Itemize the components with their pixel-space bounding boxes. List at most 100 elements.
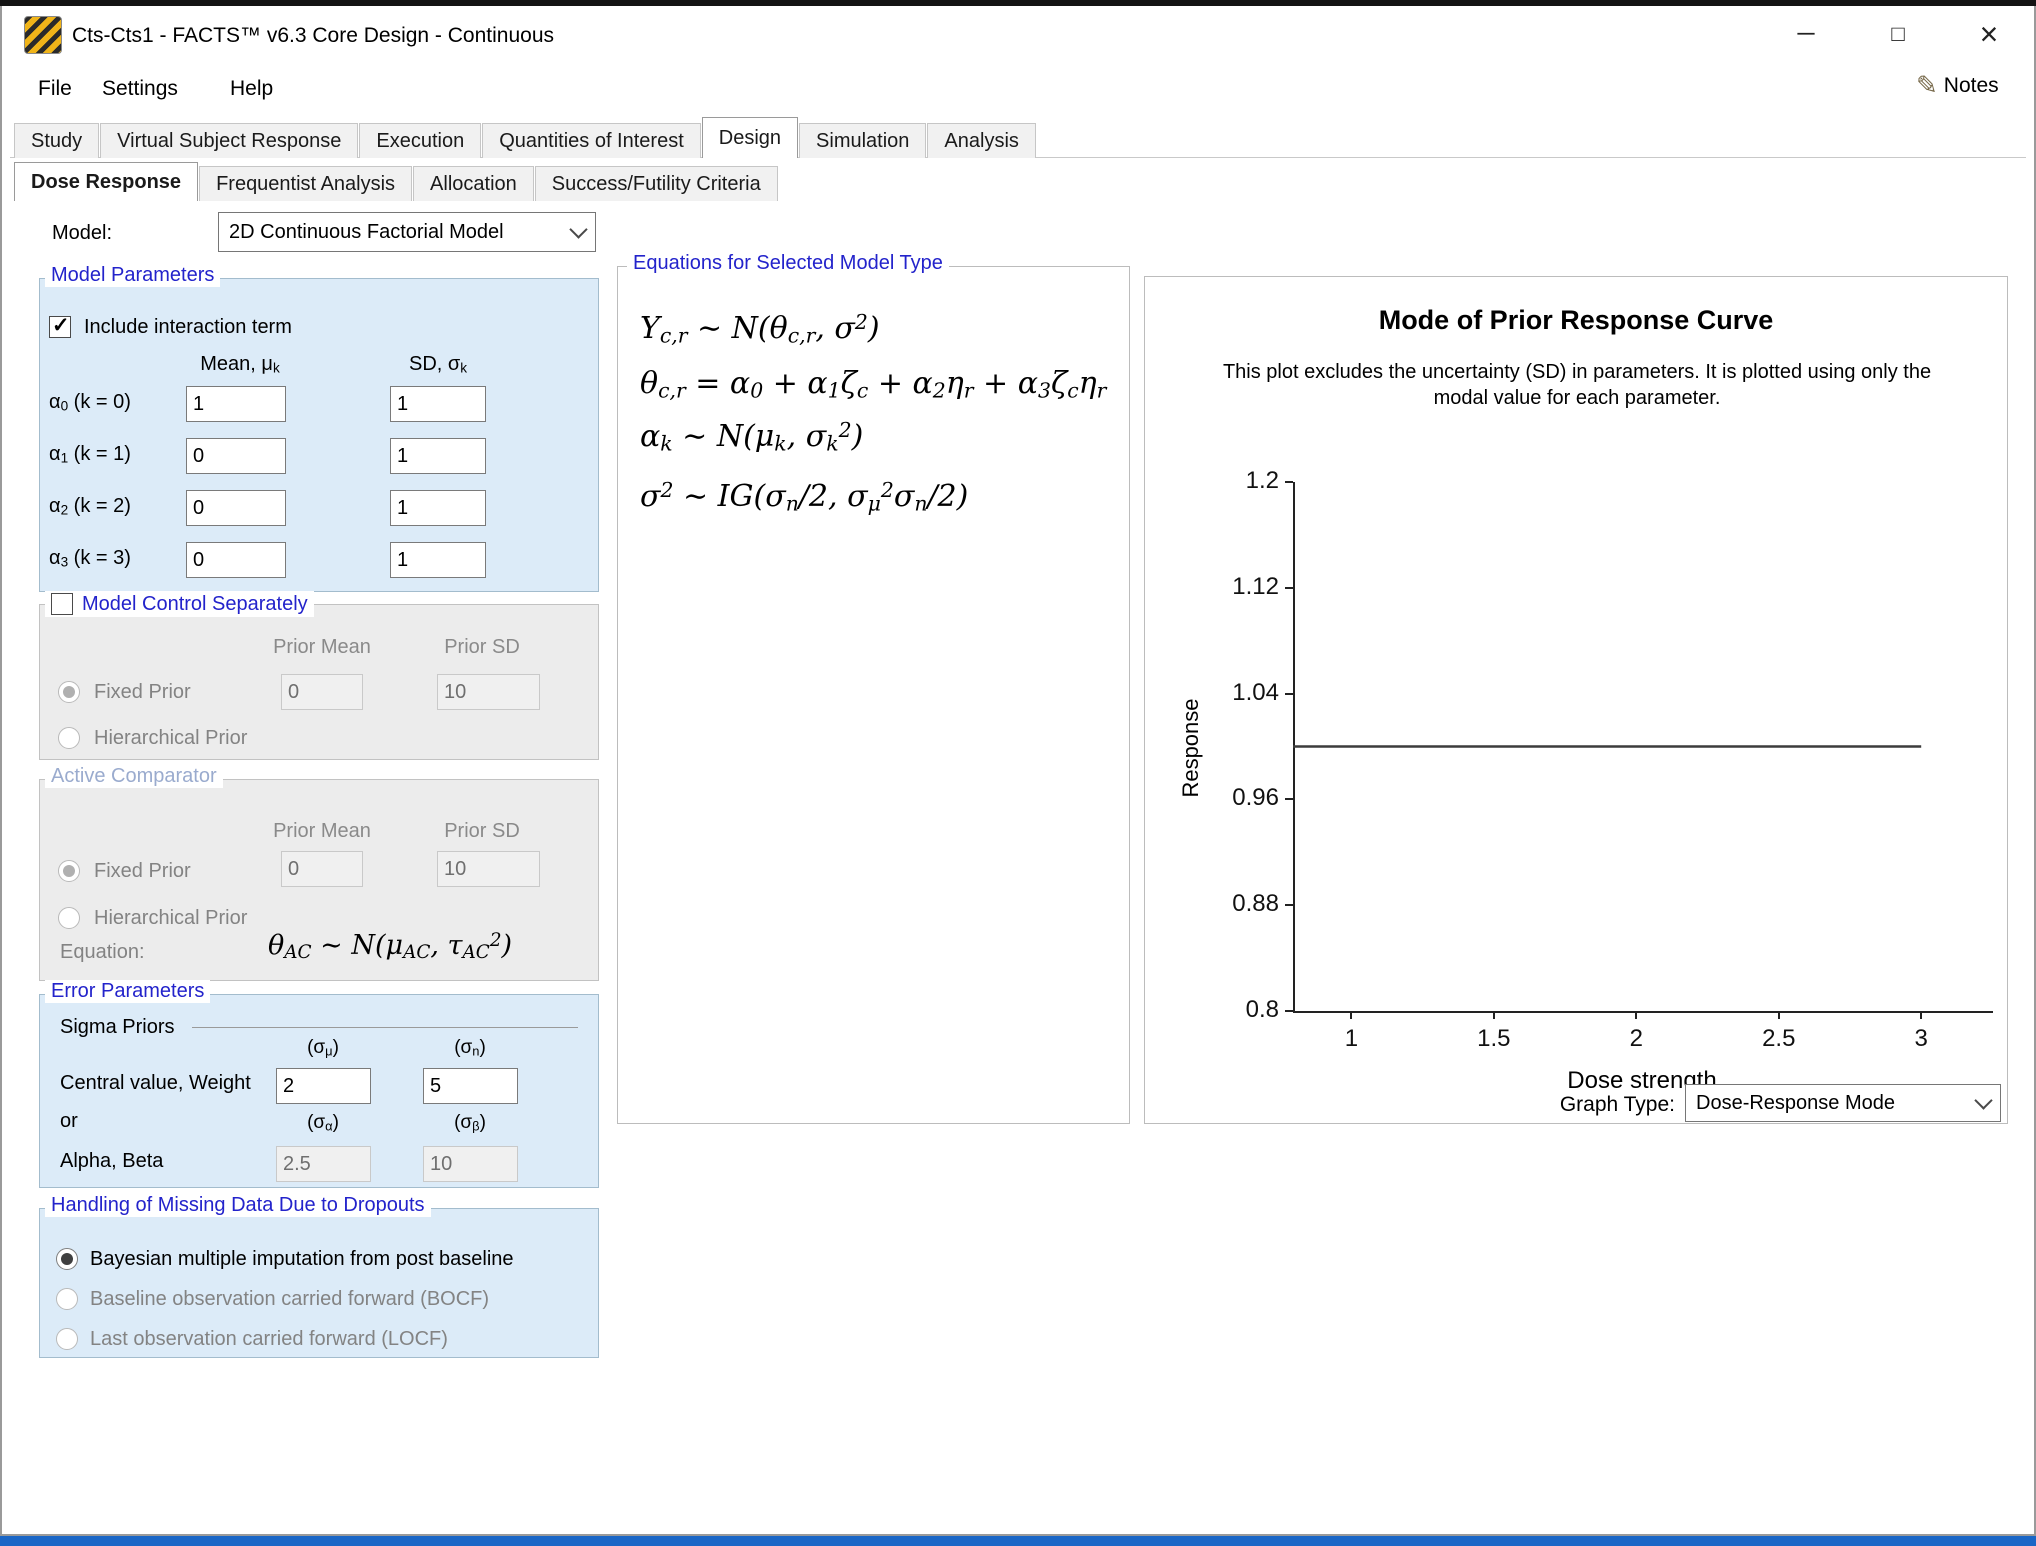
minimize-button[interactable]: ─ — [1760, 6, 1852, 62]
subtab-frequentist-analysis[interactable]: Frequentist Analysis — [199, 166, 412, 201]
alpha3-mean-input[interactable] — [186, 542, 286, 578]
mc-prior-sd-header: Prior SD — [444, 636, 520, 659]
include-interaction-checkbox[interactable] — [49, 316, 71, 338]
ac-equation: θAC ∼ N(μAC, τAC2) — [268, 930, 512, 963]
sigma-beta-header: (σβ) — [454, 1112, 486, 1134]
menu-file[interactable]: File — [38, 77, 72, 101]
model-dropdown-value: 2D Continuous Factorial Model — [229, 221, 504, 244]
mean-column-header: Mean, μk — [200, 353, 279, 376]
chart-title: Mode of Prior Response Curve — [1145, 305, 2007, 336]
equation-line-1: Yc,r ∼ N(θc,r, σ2) — [640, 310, 880, 347]
equation-line-2: θc,r = α0 + α1ζc + α2ηr + α3ζcηr — [640, 366, 1106, 402]
plot-area — [1293, 482, 1993, 1013]
subtab-allocation[interactable]: Allocation — [413, 166, 534, 201]
x-axis-tick-mark — [1493, 1011, 1495, 1019]
x-axis-tick-label: 3 — [1881, 1025, 1961, 1053]
notes-button[interactable]: ✎ Notes — [1916, 70, 1999, 101]
missing-data-locf-label: Last observation carried forward (LOCF) — [90, 1328, 448, 1351]
y-axis-tick-mark — [1285, 798, 1293, 800]
model-control-title: Model Control Separately — [82, 593, 308, 616]
include-interaction-label: Include interaction term — [84, 316, 292, 339]
ac-hierarchical-prior-radio — [58, 907, 80, 929]
chart-subtitle: This plot excludes the uncertainty (SD) … — [1197, 359, 1957, 411]
alpha0-mean-input[interactable] — [186, 386, 286, 422]
tab-design[interactable]: Design — [702, 117, 798, 158]
sigma-n-input[interactable] — [423, 1068, 518, 1104]
x-axis-tick-mark — [1920, 1011, 1922, 1019]
minimize-icon: ─ — [1797, 20, 1814, 48]
ac-equation-label: Equation: — [60, 941, 145, 964]
error-parameters-title: Error Parameters — [45, 980, 210, 1003]
tab-execution[interactable]: Execution — [359, 123, 481, 158]
model-parameters-title: Model Parameters — [45, 264, 220, 287]
sigma-alpha-header: (σα) — [307, 1112, 339, 1134]
maximize-button[interactable]: □ — [1852, 6, 1944, 62]
alpha2-mean-input[interactable] — [186, 490, 286, 526]
subtab-dose-response[interactable]: Dose Response — [14, 162, 198, 201]
y-axis-tick-mark — [1285, 693, 1293, 695]
x-axis-tick-label: 1 — [1311, 1025, 1391, 1053]
central-value-weight-label: Central value, Weight — [60, 1072, 251, 1095]
mc-hierarchical-prior-radio — [58, 727, 80, 749]
sigma-n-header: (σn) — [454, 1037, 486, 1059]
subtab-success-futility-criteria[interactable]: Success/Futility Criteria — [535, 166, 778, 201]
ac-fixed-prior-radio — [58, 860, 80, 882]
tab-study[interactable]: Study — [14, 123, 99, 158]
tab-simulation[interactable]: Simulation — [799, 123, 926, 158]
alpha3-row-label: α3 (k = 3) — [49, 547, 131, 570]
alpha2-sd-input[interactable] — [390, 490, 486, 526]
active-comparator-title: Active Comparator — [45, 765, 223, 788]
y-axis-tick-label: 0.96 — [1145, 784, 1279, 812]
alpha0-sd-input[interactable] — [390, 386, 486, 422]
equation-line-3: αk ∼ N(μk, σk2) — [640, 418, 863, 455]
sigma-mu-input[interactable] — [276, 1068, 371, 1104]
missing-data-locf-radio — [56, 1328, 78, 1350]
close-icon: × — [1980, 16, 1999, 53]
model-dropdown[interactable]: 2D Continuous Factorial Model — [218, 212, 596, 252]
graph-type-label: Graph Type: — [1445, 1093, 1675, 1117]
graph-type-dropdown[interactable]: Dose-Response Mode — [1685, 1084, 2001, 1122]
sigma-priors-label: Sigma Priors — [60, 1016, 174, 1039]
model-control-checkbox[interactable] — [51, 593, 73, 615]
ac-prior-sd-input — [437, 851, 540, 887]
close-button[interactable]: × — [1944, 6, 2034, 62]
alpha1-sd-input[interactable] — [390, 438, 486, 474]
mc-prior-sd-input — [437, 674, 540, 710]
tab-quantities-of-interest[interactable]: Quantities of Interest — [482, 123, 701, 158]
mc-hierarchical-prior-label: Hierarchical Prior — [94, 727, 247, 750]
notes-label: Notes — [1944, 74, 1999, 98]
tab-virtual-subject-response[interactable]: Virtual Subject Response — [100, 123, 358, 158]
sd-column-header: SD, σk — [409, 353, 467, 376]
missing-data-title: Handling of Missing Data Due to Dropouts — [45, 1194, 431, 1217]
mc-fixed-prior-radio — [58, 681, 80, 703]
ac-prior-sd-header: Prior SD — [444, 820, 520, 843]
taskbar-edge — [0, 1536, 2036, 1546]
y-axis-tick-mark — [1285, 1010, 1293, 1012]
sigma-beta-input — [423, 1146, 518, 1182]
tab-analysis[interactable]: Analysis — [927, 123, 1035, 158]
missing-data-bayesian-radio[interactable] — [56, 1248, 78, 1270]
alpha1-mean-input[interactable] — [186, 438, 286, 474]
alpha3-sd-input[interactable] — [390, 542, 486, 578]
alpha-beta-label: Alpha, Beta — [60, 1150, 163, 1173]
equations-panel-title: Equations for Selected Model Type — [627, 252, 949, 275]
y-axis-tick-label: 0.8 — [1145, 996, 1279, 1024]
sigma-priors-divider — [192, 1027, 578, 1028]
x-axis-tick-label: 2 — [1596, 1025, 1676, 1053]
x-axis-tick-mark — [1635, 1011, 1637, 1019]
alpha1-row-label: α1 (k = 1) — [49, 443, 131, 466]
x-axis-tick-mark — [1778, 1011, 1780, 1019]
equation-line-4: σ2 ∼ IG(σn/2, σμ2σn/2) — [640, 478, 968, 515]
menu-help[interactable]: Help — [230, 77, 273, 101]
ac-fixed-prior-label: Fixed Prior — [94, 860, 191, 883]
missing-data-bayesian-label: Bayesian multiple imputation from post b… — [90, 1248, 514, 1271]
y-axis-tick-mark — [1285, 587, 1293, 589]
y-axis-tick-label: 1.12 — [1145, 573, 1279, 601]
y-axis-tick-label: 1.2 — [1145, 467, 1279, 495]
ac-hierarchical-prior-label: Hierarchical Prior — [94, 907, 247, 930]
app-icon — [24, 16, 62, 54]
y-axis-tick-mark — [1285, 481, 1293, 483]
model-label: Model: — [52, 222, 112, 245]
menu-settings[interactable]: Settings — [102, 77, 178, 101]
chart-panel: Mode of Prior Response Curve This plot e… — [1144, 276, 2008, 1124]
